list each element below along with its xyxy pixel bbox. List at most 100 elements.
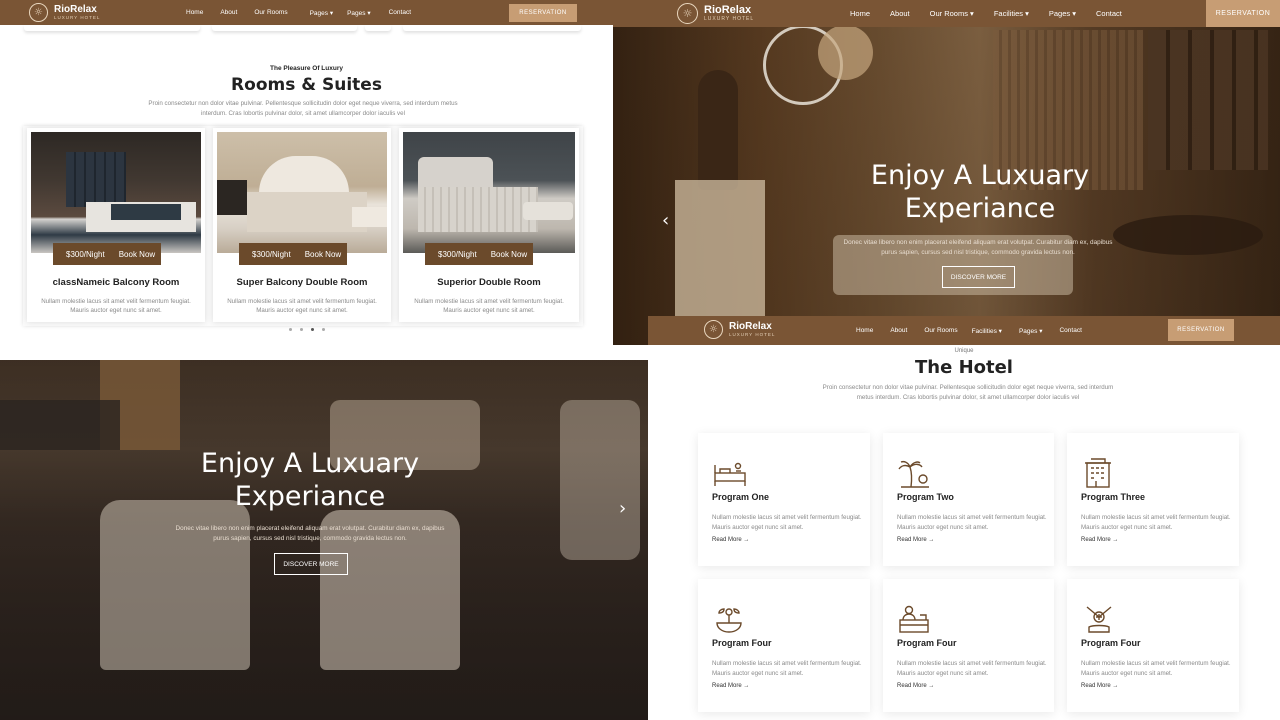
reservation-button[interactable]: RESERVATION: [1206, 0, 1280, 27]
read-more-link[interactable]: Read More →: [712, 683, 749, 689]
read-more-link[interactable]: Read More →: [897, 683, 934, 689]
book-now-link[interactable]: Book Now: [305, 250, 341, 259]
read-more-link[interactable]: Read More →: [897, 537, 934, 543]
nav-item-contact[interactable]: Contact: [389, 9, 411, 16]
room-name[interactable]: classNameic Balcony Room: [27, 277, 205, 288]
nav-item-about[interactable]: About: [890, 327, 907, 334]
program-title: Program Three: [1081, 492, 1146, 502]
nav-item-home[interactable]: Home: [850, 9, 870, 18]
program-card[interactable]: Program Four Nullam molestie lacus sit a…: [883, 579, 1054, 712]
hotel-panel: ☼ RioRelax LUXURY HOTEL Home About Our R…: [648, 316, 1280, 720]
program-card[interactable]: Program Two Nullam molestie lacus sit am…: [883, 433, 1054, 566]
nav-item-contact[interactable]: Contact: [1059, 327, 1081, 334]
nav-item-about[interactable]: About: [220, 9, 237, 16]
read-more-link[interactable]: Read More →: [1081, 683, 1118, 689]
previous-section-card-edge: [403, 25, 581, 31]
carousel-dots: [289, 328, 325, 331]
carousel-dot[interactable]: [289, 328, 292, 331]
room-card[interactable]: $300/Night Book Now Superior Double Room…: [399, 128, 579, 322]
hero-title: Enjoy A Luxuary Experiance: [810, 160, 1150, 226]
navbar-mid-right: ☼ RioRelax LUXURY HOTEL Home About Our R…: [648, 316, 1280, 345]
chevron-down-icon: ▾: [967, 9, 974, 18]
brand[interactable]: ☼ RioRelax LUXURY HOTEL: [29, 3, 100, 22]
carousel-dot[interactable]: [300, 328, 303, 331]
book-now-link[interactable]: Book Now: [119, 250, 155, 259]
program-title: Program Four: [712, 638, 772, 648]
nav-item-facilities[interactable]: Facilities ▾: [972, 327, 1002, 335]
previous-section-card-edge: [365, 25, 391, 31]
bed-icon: [714, 462, 746, 486]
rooms-title: Rooms & Suites: [231, 75, 382, 95]
previous-section-card-edge: [212, 25, 357, 31]
previous-section-card-edge: [24, 25, 200, 31]
read-more-link[interactable]: Read More →: [712, 537, 749, 543]
program-description: Nullam molestie lacus sit amet velit fer…: [712, 660, 862, 677]
discover-more-button[interactable]: DISCOVER MORE: [942, 266, 1015, 288]
spa-bowl-icon: [716, 608, 742, 633]
price-bar: $300/Night Book Now: [425, 243, 533, 265]
hotel-title: The Hotel: [915, 357, 1013, 378]
room-name[interactable]: Super Balcony Double Room: [213, 277, 391, 288]
brand-tagline: LUXURY HOTEL: [54, 14, 101, 20]
reservation-button[interactable]: RESERVATION: [509, 4, 577, 22]
nav-item-pages[interactable]: Pages ▾: [310, 9, 334, 17]
slider-next-arrow[interactable]: ›: [619, 498, 626, 519]
hero-title-line1: Enjoy A Luxuary: [200, 448, 420, 479]
hero-panel-top-right: ☼ RioRelax LUXURY HOTEL Home About Our R…: [613, 0, 1280, 345]
program-card[interactable]: Program Four Nullam molestie lacus sit a…: [698, 579, 870, 712]
nav-item-our-rooms[interactable]: Our Rooms: [254, 9, 287, 16]
nav-item-pages-2-label: Pages: [347, 9, 366, 17]
program-card[interactable]: Program One Nullam molestie lacus sit am…: [698, 433, 870, 566]
hero-panel-bottom-left: Enjoy A Luxuary Experiance Donec vitae l…: [0, 360, 648, 720]
chevron-down-icon: ▾: [996, 327, 1002, 335]
brand[interactable]: ☼ RioRelax LUXURY HOTEL: [677, 3, 754, 24]
nav-item-home[interactable]: Home: [856, 327, 873, 334]
book-now-link[interactable]: Book Now: [491, 250, 527, 259]
room-card[interactable]: $300/Night Book Now Super Balcony Double…: [213, 128, 391, 322]
price-bar: $300/Night Book Now: [239, 243, 347, 265]
program-title: Program Four: [897, 638, 957, 648]
carousel-dot[interactable]: [322, 328, 325, 331]
brand[interactable]: ☼ RioRelax LUXURY HOTEL: [704, 320, 775, 339]
nav-item-about[interactable]: About: [890, 9, 910, 18]
nav-menu: Home About Our Rooms Pages ▾ Pages ▾ Con…: [186, 0, 411, 25]
room-description: Nullam molestie lacus sit amet velit fer…: [41, 298, 191, 315]
slider-prev-arrow[interactable]: ‹: [662, 210, 669, 231]
program-card[interactable]: Program Three Nullam molestie lacus sit …: [1067, 433, 1239, 566]
chevron-down-icon: ▾: [1037, 327, 1043, 335]
chevron-down-icon: ▾: [1023, 9, 1029, 18]
carousel-dot[interactable]: [311, 328, 314, 331]
nav-menu: Home About Our Rooms Facilities ▾ Pages …: [856, 316, 1082, 345]
navbar-top-left: ☼ RioRelax LUXURY HOTEL Home About Our R…: [0, 0, 613, 25]
room-price: $300/Night: [252, 249, 291, 259]
nav-item-pages[interactable]: Pages ▾: [1049, 9, 1076, 18]
nav-item-our-rooms[interactable]: Our Rooms ▾: [930, 9, 974, 18]
nav-item-our-rooms[interactable]: Our Rooms: [924, 327, 957, 334]
nav-item-our-rooms-label: Our Rooms: [929, 9, 968, 18]
nav-item-pages-2[interactable]: Pages ▾: [347, 9, 371, 17]
read-more-link[interactable]: Read More →: [1081, 537, 1118, 543]
nav-item-home[interactable]: Home: [186, 9, 203, 16]
program-title: Program Two: [897, 492, 954, 502]
nav-item-facilities-label: Facilities: [971, 327, 997, 335]
swirl-logo-icon: ☼: [29, 3, 48, 22]
discover-more-button[interactable]: DISCOVER MORE: [274, 553, 348, 575]
room-name[interactable]: Superior Double Room: [399, 277, 579, 288]
hero-title: Enjoy A Luxuary Experiance: [140, 448, 480, 514]
palm-tree-icon: [898, 460, 929, 488]
hero-title-line2: Experiance: [234, 480, 386, 512]
room-description: Nullam molestie lacus sit amet velit fer…: [227, 298, 377, 315]
program-description: Nullam molestie lacus sit amet velit fer…: [897, 660, 1047, 677]
reservation-button[interactable]: RESERVATION: [1168, 319, 1234, 341]
room-card[interactable]: $300/Night Book Now classNameic Balcony …: [27, 128, 205, 322]
nav-item-pages-label: Pages: [1018, 327, 1038, 335]
room-image: [217, 132, 387, 253]
program-card[interactable]: Program Four Nullam molestie lacus sit a…: [1067, 579, 1239, 712]
program-title: Program Four: [1081, 638, 1141, 648]
brand-name: RioRelax: [54, 3, 97, 15]
program-description: Nullam molestie lacus sit amet velit fer…: [897, 514, 1047, 531]
program-description: Nullam molestie lacus sit amet velit fer…: [1081, 514, 1231, 531]
nav-item-pages[interactable]: Pages ▾: [1019, 327, 1043, 335]
nav-item-contact[interactable]: Contact: [1096, 9, 1122, 18]
nav-item-facilities[interactable]: Facilities ▾: [994, 9, 1029, 18]
